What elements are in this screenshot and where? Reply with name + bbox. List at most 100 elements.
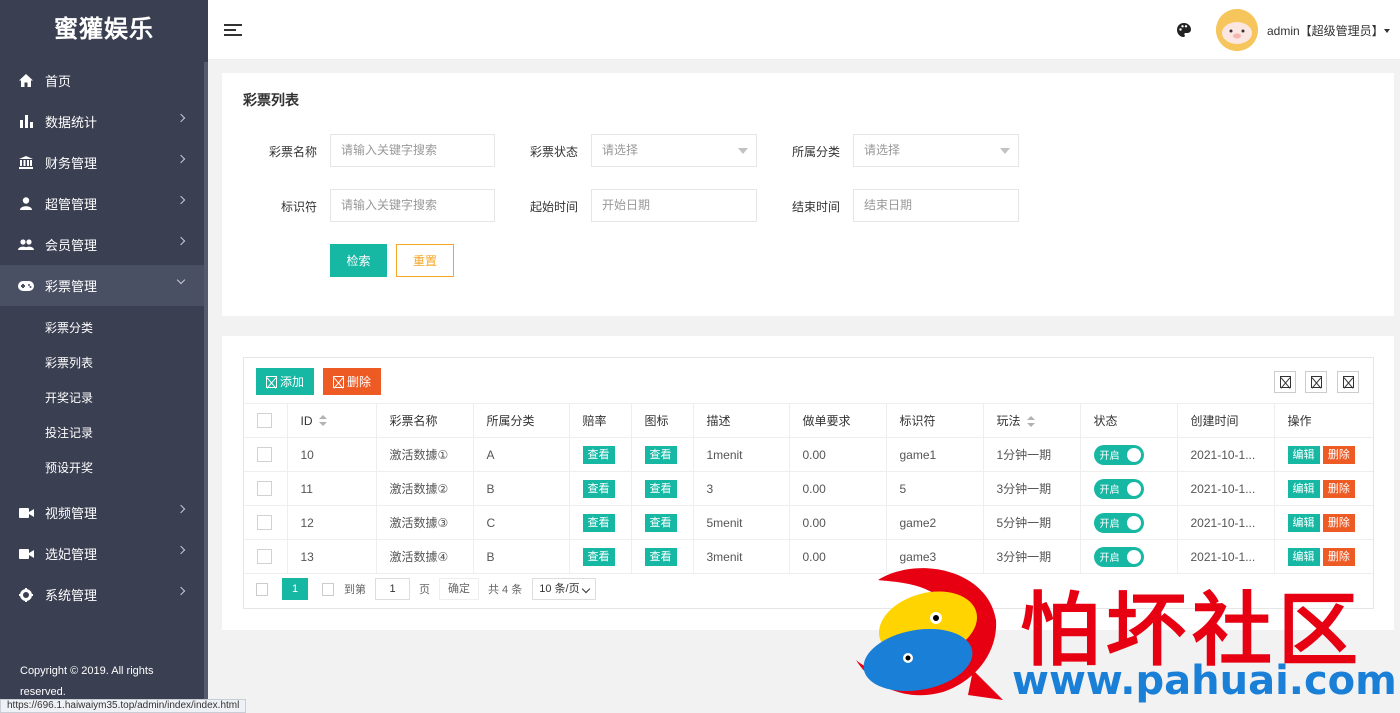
view-icon-button[interactable]: 查看 xyxy=(644,445,677,464)
watermark: 怕坏社区 www.pahuai.com xyxy=(848,560,1400,713)
lottery-status-select[interactable]: 请选择 xyxy=(591,134,757,167)
total-count: 共 4 条 xyxy=(488,584,523,596)
sidebar-item-video[interactable]: 视频管理 xyxy=(0,492,208,533)
sidebar-scrollbar[interactable] xyxy=(204,62,208,702)
sort-icon[interactable] xyxy=(1026,415,1035,428)
cell-play: 5分钟一期 xyxy=(983,505,1081,540)
row-select-cell xyxy=(244,539,288,574)
cell-icon: 查看 xyxy=(631,437,694,472)
sidebar-subitem-draw-records[interactable]: 开奖记录 xyxy=(0,381,208,416)
page-number-current[interactable]: 1 xyxy=(282,578,308,600)
view-icon-button[interactable]: 查看 xyxy=(644,513,677,532)
end-date-input[interactable]: 结束日期 xyxy=(853,189,1019,222)
add-button[interactable]: 添加 xyxy=(256,368,314,395)
sidebar-subitem-lottery-list[interactable]: 彩票列表 xyxy=(0,346,208,381)
status-toggle[interactable]: 开启 xyxy=(1093,444,1144,465)
brand-logo[interactable]: 蜜獾娱乐 xyxy=(0,0,208,60)
edit-button[interactable]: 编辑 xyxy=(1287,445,1320,464)
prev-page-icon[interactable] xyxy=(256,582,268,596)
cell-name: 激活数據② xyxy=(376,471,474,506)
cell-identifier: game2 xyxy=(886,505,984,540)
caret-down-icon[interactable] xyxy=(1384,29,1390,33)
sidebar-item-admin[interactable]: 超管管理 xyxy=(0,183,208,224)
cell-actions: 编辑 删除 xyxy=(1274,505,1373,540)
status-toggle[interactable]: 开启 xyxy=(1093,512,1144,533)
column-header-description: 描述 xyxy=(693,403,790,438)
delete-row-button[interactable]: 删除 xyxy=(1322,445,1355,464)
page-title: 彩票列表 xyxy=(243,92,299,108)
view-odds-button[interactable]: 查看 xyxy=(582,445,615,464)
table-row: 11 激活数據② B 查看 查看 3 0.00 5 3分钟一期 开启 2021-… xyxy=(244,471,1373,506)
goto-page-input[interactable]: 1 xyxy=(375,578,410,600)
print-tool[interactable] xyxy=(1337,371,1359,393)
reset-button[interactable]: 重置 xyxy=(396,244,454,277)
search-panel: 彩票列表 彩票名称 请输入关键字搜索 彩票状态 请选择 所属分类 请选择 标识符… xyxy=(222,73,1394,316)
view-odds-button[interactable]: 查看 xyxy=(582,547,615,566)
goto-confirm-button[interactable]: 确定 xyxy=(439,578,479,600)
sidebar-subitem-bet-records[interactable]: 投注记录 xyxy=(0,416,208,451)
row-checkbox[interactable] xyxy=(257,447,272,463)
cell-actions: 编辑 删除 xyxy=(1274,437,1373,472)
filter-columns-tool[interactable] xyxy=(1274,371,1296,393)
lottery-name-input[interactable]: 请输入关键字搜索 xyxy=(330,134,495,167)
end-time-label: 结束时间 xyxy=(791,200,840,214)
cell-play: 3分钟一期 xyxy=(983,471,1081,506)
identifier-input[interactable]: 请输入关键字搜索 xyxy=(330,189,495,222)
column-header-icon: 图标 xyxy=(631,403,694,438)
cell-identifier: game1 xyxy=(886,437,984,472)
search-button[interactable]: 检索 xyxy=(330,244,387,277)
lottery-status-label: 彩票状态 xyxy=(529,145,578,159)
sidebar-item-lottery[interactable]: 彩票管理 xyxy=(0,265,208,306)
edit-button[interactable]: 编辑 xyxy=(1287,513,1320,532)
row-checkbox[interactable] xyxy=(257,515,272,531)
palette-icon[interactable] xyxy=(1176,22,1192,38)
cell-category: B xyxy=(473,539,570,574)
menu-toggle-icon[interactable] xyxy=(224,24,242,37)
batch-delete-button[interactable]: 删除 xyxy=(323,368,381,395)
category-label: 所属分类 xyxy=(791,145,840,159)
chevron-right-icon xyxy=(176,195,186,205)
sidebar-item-statistics[interactable]: 数据统计 xyxy=(0,101,208,142)
table-row: 10 激活数據① A 查看 查看 1menit 0.00 game1 1分钟一期… xyxy=(244,437,1373,472)
page-size-select[interactable]: 10 条/页 xyxy=(532,578,597,600)
select-all-checkbox[interactable] xyxy=(257,413,272,429)
sidebar-subitem-lottery-category[interactable]: 彩票分类 xyxy=(0,311,208,346)
column-header-play[interactable]: 玩法 xyxy=(983,403,1081,438)
export-tool[interactable] xyxy=(1305,371,1327,393)
user-menu-label[interactable]: admin【超级管理员】 xyxy=(1267,22,1384,39)
delete-button-label: 删除 xyxy=(346,375,371,389)
sidebar-item-home[interactable]: 首页 xyxy=(0,60,208,101)
sidebar-item-finance[interactable]: 财务管理 xyxy=(0,142,208,183)
sidebar-item-label: 系统管理 xyxy=(45,588,98,603)
users-icon xyxy=(18,237,34,253)
chevron-down-icon xyxy=(176,275,186,285)
view-odds-button[interactable]: 查看 xyxy=(582,479,615,498)
page-unit-label: 页 xyxy=(419,584,430,596)
delete-row-button[interactable]: 删除 xyxy=(1322,513,1355,532)
sidebar-item-members[interactable]: 会员管理 xyxy=(0,224,208,265)
delete-row-button[interactable]: 删除 xyxy=(1322,479,1355,498)
chevron-right-icon xyxy=(176,236,186,246)
row-checkbox[interactable] xyxy=(257,481,272,497)
view-odds-button[interactable]: 查看 xyxy=(582,513,615,532)
column-header-id[interactable]: ID xyxy=(287,403,377,438)
next-page-icon[interactable] xyxy=(322,582,334,596)
sidebar-item-concubine[interactable]: 选妃管理 xyxy=(0,533,208,574)
start-date-input[interactable]: 开始日期 xyxy=(591,189,757,222)
column-header-label: 玩法 xyxy=(996,414,1021,428)
edit-button[interactable]: 编辑 xyxy=(1287,479,1320,498)
sidebar-item-label: 财务管理 xyxy=(45,156,98,171)
row-checkbox[interactable] xyxy=(257,549,272,565)
select-placeholder: 请选择 xyxy=(602,143,639,157)
sort-icon[interactable] xyxy=(318,415,327,427)
status-toggle[interactable]: 开启 xyxy=(1093,478,1144,499)
sidebar-subitem-preset-draw[interactable]: 预设开奖 xyxy=(0,451,208,486)
view-icon-button[interactable]: 查看 xyxy=(644,547,677,566)
app-root: 蜜獾娱乐 首页 数据统计 财务管理 超管管理 会员管理 彩票管理 彩票分类 彩票… xyxy=(0,0,1400,713)
chevron-right-icon xyxy=(176,504,186,514)
category-select[interactable]: 请选择 xyxy=(853,134,1019,167)
sidebar-item-system[interactable]: 系统管理 xyxy=(0,574,208,615)
avatar[interactable] xyxy=(1216,9,1258,51)
view-icon-button[interactable]: 查看 xyxy=(644,479,677,498)
chevron-right-icon xyxy=(176,586,186,596)
